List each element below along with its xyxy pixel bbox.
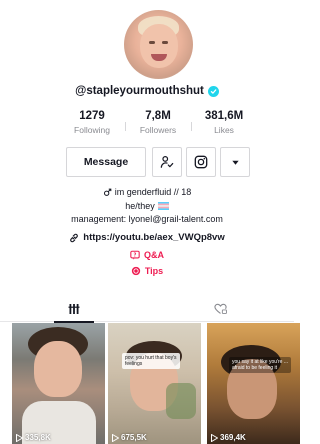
bio-line-1: im genderfluid // 18 <box>0 187 294 197</box>
followers-label: Followers <box>139 125 177 135</box>
bio-text-2: he/they <box>125 201 155 211</box>
profile-link-text[interactable]: https://youtu.be/aex_VWQp8vw <box>83 232 224 243</box>
video-thumbnail[interactable]: you say it at like you're ... afraid to … <box>207 323 300 444</box>
person-check-icon <box>160 156 174 168</box>
tips-link[interactable]: Tips <box>0 266 294 276</box>
instagram-button[interactable] <box>186 147 216 177</box>
profile-link[interactable]: https://youtu.be/aex_VWQp8vw <box>0 232 294 243</box>
heart-locked-icon <box>214 303 227 314</box>
profile-tabs <box>0 295 294 323</box>
following-button[interactable] <box>152 147 182 177</box>
video-grid: 335,8K pov: you hurt that boy's feelings… <box>12 323 300 444</box>
video-views-count: 675,5K <box>121 433 147 442</box>
username: @stapleyourmouthshut <box>75 85 204 97</box>
bio-text-1: im genderfluid // 18 <box>114 187 192 197</box>
grid-icon <box>68 303 79 314</box>
tab-videos[interactable] <box>0 295 147 323</box>
video-views-count: 369,4K <box>220 433 246 442</box>
video-caption: you say it at like you're ... afraid to … <box>229 357 291 373</box>
thumb-face <box>34 341 82 397</box>
video-views-count: 335,8K <box>25 433 51 442</box>
username-row: @stapleyourmouthshut <box>0 85 294 97</box>
stat-following[interactable]: 1279 Following <box>62 110 122 135</box>
video-thumbnail[interactable]: pov: you hurt that boy's feelings 675,5K <box>108 323 201 444</box>
stat-divider <box>125 122 126 131</box>
tips-icon <box>131 266 140 276</box>
video-views: 335,8K <box>16 433 51 442</box>
avatar-eye-left <box>149 41 155 44</box>
caret-down-icon <box>231 160 239 165</box>
video-thumbnail[interactable]: 335,8K <box>12 323 105 444</box>
profile-stats: 1279 Following 7,8M Followers 381,6M Lik… <box>62 110 254 138</box>
message-button[interactable]: Message <box>66 147 146 177</box>
genderfluid-symbol-icon <box>103 188 112 196</box>
bio-line-3: management: lyonel@grail-talent.com <box>0 214 294 224</box>
profile-avatar[interactable] <box>124 10 193 79</box>
play-icon <box>211 433 218 442</box>
video-views: 675,5K <box>112 433 147 442</box>
following-label: Following <box>74 125 110 135</box>
svg-text:?: ? <box>134 253 137 259</box>
link-icon <box>70 233 79 242</box>
avatar-face <box>140 24 178 68</box>
tab-liked[interactable] <box>147 295 294 322</box>
stat-likes[interactable]: 381,6M Likes <box>194 110 254 135</box>
video-caption: pov: you hurt that boy's feelings <box>122 353 180 369</box>
following-count: 1279 <box>79 110 105 122</box>
stat-followers[interactable]: 7,8M Followers <box>128 110 188 135</box>
more-button[interactable] <box>220 147 250 177</box>
video-views: 369,4K <box>211 433 246 442</box>
flag-icon <box>157 202 169 210</box>
likes-count: 381,6M <box>204 110 244 122</box>
likes-label: Likes <box>214 125 234 135</box>
thumb-plant <box>166 383 196 419</box>
verified-check-icon <box>207 85 219 97</box>
qna-label: Q&A <box>144 250 164 260</box>
followers-count: 7,8M <box>145 110 171 122</box>
stat-divider <box>191 122 192 131</box>
avatar-eye-right <box>162 41 168 44</box>
qna-link[interactable]: ? Q&A <box>0 250 294 260</box>
play-icon <box>16 433 23 442</box>
qna-icon: ? <box>130 250 140 260</box>
tips-label: Tips <box>144 266 164 276</box>
instagram-icon <box>194 155 208 169</box>
bio-line-2: he/they <box>0 201 294 211</box>
play-icon <box>112 433 119 442</box>
bio-text-3: management: lyonel@grail-talent.com <box>71 214 223 224</box>
